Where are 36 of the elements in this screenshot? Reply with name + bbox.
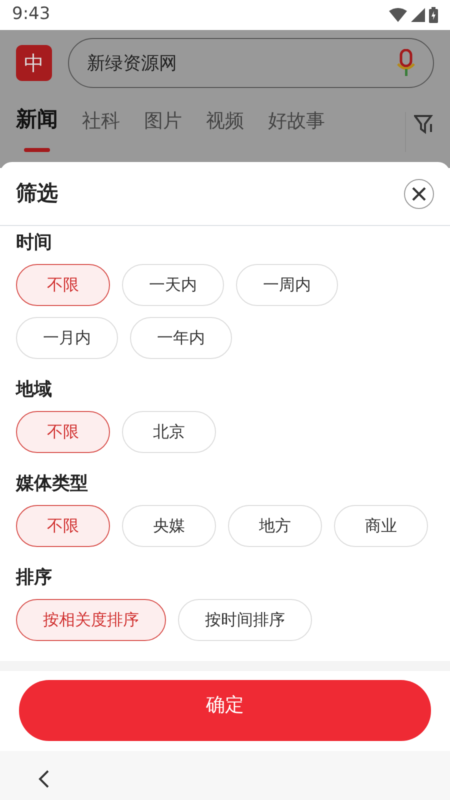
filter-option[interactable]: 不限 xyxy=(16,411,110,453)
filter-option[interactable]: 一月内 xyxy=(16,317,118,359)
filter-option[interactable]: 一天内 xyxy=(122,264,224,306)
search-field[interactable]: 新绿资源网 xyxy=(68,38,434,88)
filter-option[interactable]: 北京 xyxy=(122,411,216,453)
tab[interactable]: 图片 xyxy=(144,107,182,148)
filter-icon[interactable] xyxy=(414,114,434,134)
battery-icon xyxy=(429,7,438,23)
filter-option[interactable]: 不限 xyxy=(16,505,110,547)
sheet-title: 筛选 xyxy=(16,180,58,207)
confirm-button[interactable]: 确定 xyxy=(19,680,431,741)
tab[interactable]: 好故事 xyxy=(268,107,325,148)
status-time: 9:43 xyxy=(12,3,50,26)
filter-option[interactable]: 央媒 xyxy=(122,505,216,547)
wifi-icon xyxy=(389,8,407,22)
close-button[interactable] xyxy=(404,178,434,208)
section-title: 时间 xyxy=(16,231,53,255)
filter-option[interactable]: 按时间排序 xyxy=(178,599,312,641)
filter-option[interactable]: 地方 xyxy=(228,505,322,547)
section-title: 地域 xyxy=(16,378,53,402)
filter-option[interactable]: 按相关度排序 xyxy=(16,599,166,641)
signal-icon xyxy=(411,8,425,22)
filter-option[interactable]: 一周内 xyxy=(236,264,338,306)
filter-option[interactable]: 一年内 xyxy=(130,317,232,359)
tab[interactable]: 社科 xyxy=(82,107,120,148)
section-title: 排序 xyxy=(16,566,53,590)
microphone-icon[interactable] xyxy=(397,49,415,78)
app-logo: 中 xyxy=(16,45,52,81)
close-icon[interactable] xyxy=(412,186,426,200)
tab[interactable]: 视频 xyxy=(206,107,244,148)
tab-indicator xyxy=(24,148,50,152)
tab[interactable]: 新闻 xyxy=(16,104,58,148)
section-title: 媒体类型 xyxy=(16,472,89,496)
filter-option[interactable]: 商业 xyxy=(334,505,428,547)
back-icon[interactable] xyxy=(38,768,50,788)
filter-option[interactable]: 不限 xyxy=(16,264,110,306)
